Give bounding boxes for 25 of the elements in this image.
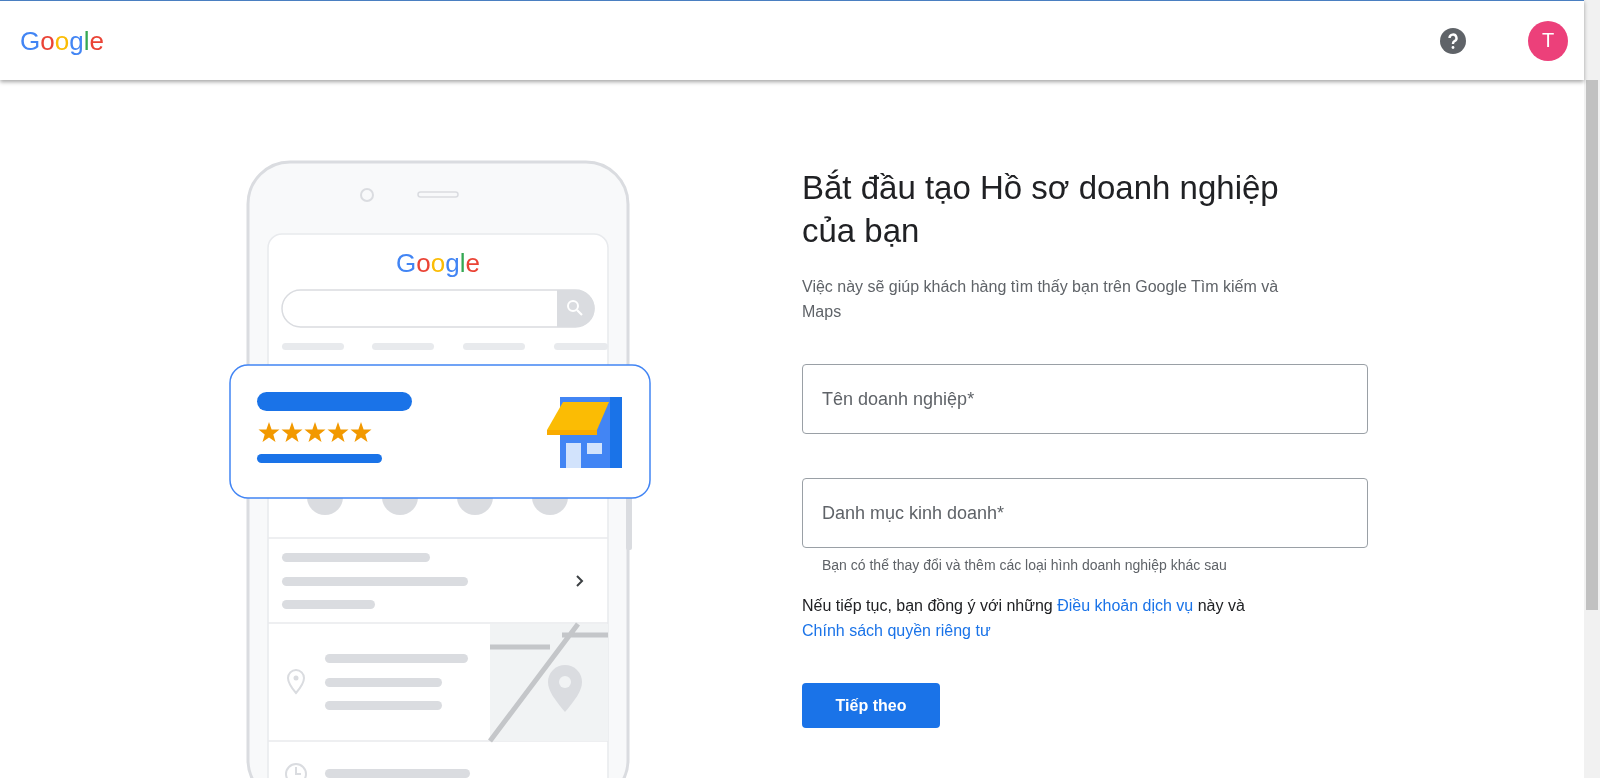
subtitle: Việc này sẽ giúp khách hàng tìm thấy bạn trên Google Tìm kiếm và Maps (802, 277, 1280, 322)
clock-icon (285, 763, 307, 778)
consent-text: Nếu tiếp tục, bạn đồng ý với những Điều khoản dịch vụ này và Chính sách quyền riêng tư (802, 596, 1246, 641)
storefront-icon (547, 397, 622, 468)
link[interactable]: Chính sách quyền riêng tư (802, 622, 991, 639)
google-logo[interactable]: Google (20, 23, 116, 58)
location-pin-icon (287, 669, 305, 694)
account-avatar[interactable]: T (1528, 20, 1568, 61)
link[interactable]: Điều khoản dịch vụ (1057, 597, 1194, 614)
input-field[interactable]: Tên doanh nghiệp* (802, 364, 1368, 434)
star-icon (281, 422, 303, 442)
star-icon (350, 422, 372, 442)
search-icon (567, 300, 583, 316)
scrollbar[interactable] (1584, 0, 1600, 778)
star-icon (327, 422, 349, 442)
page-title: Bắt đầu tạo Hồ sơ doanh nghiệp của bạn (802, 168, 1280, 251)
google-logo: Google (396, 248, 480, 278)
star-icon (304, 422, 326, 442)
chevron-icon (576, 575, 584, 587)
helper-text: Bạn có thể thay đổi và thêm các loại hình doanh nghiệp khác sau (822, 557, 1228, 573)
next-button[interactable]: Tiếp theo (802, 683, 940, 728)
input-field[interactable]: Danh mục kinh doanh* (802, 478, 1368, 548)
scrollbar-thumb[interactable] (1586, 80, 1598, 610)
help-icon[interactable] (1440, 27, 1466, 54)
star-icon (258, 422, 280, 442)
